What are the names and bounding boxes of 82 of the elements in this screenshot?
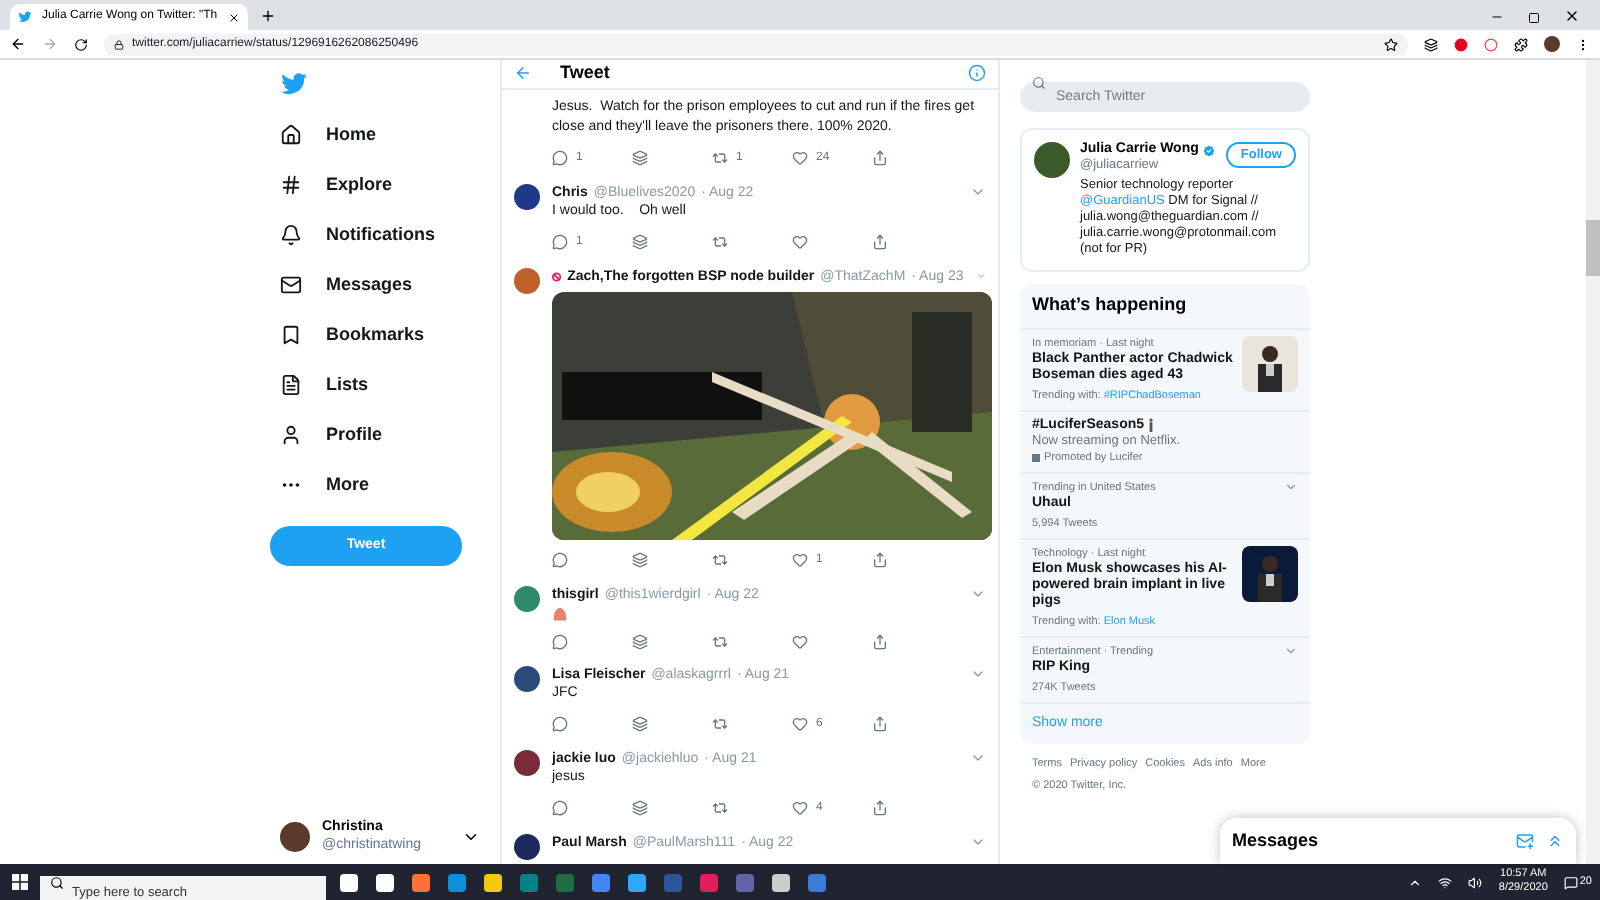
share-icon[interactable]: [872, 552, 888, 568]
bird-logo-icon: [18, 10, 32, 24]
reply-icon[interactable]: [552, 800, 568, 816]
retweet-icon[interactable]: [712, 633, 728, 649]
extensions-icon[interactable]: [1514, 37, 1528, 51]
messages-drawer[interactable]: Messages: [1220, 818, 1576, 864]
drawer-title: Messages: [1232, 827, 1321, 854]
retweet-icon[interactable]: [712, 150, 728, 166]
volume-icon[interactable]: [1468, 875, 1483, 889]
reply-icon[interactable]: [552, 716, 568, 732]
heart-icon[interactable]: [792, 800, 808, 816]
heart-icon[interactable]: [792, 552, 808, 568]
avatar[interactable]: [514, 183, 540, 209]
user-icon: [280, 424, 302, 446]
scrollbar-thumb[interactable]: [1586, 220, 1600, 276]
nav-item[interactable]: Explore: [270, 160, 500, 210]
nav-item[interactable]: Profile: [270, 410, 500, 460]
reply-icon[interactable]: [552, 150, 568, 166]
bird-logo-icon: [280, 70, 308, 98]
windows-icon[interactable]: [12, 874, 28, 890]
nav-item[interactable]: Notifications: [270, 210, 500, 260]
retweet-icon[interactable]: [712, 552, 728, 568]
document-icon: [280, 374, 302, 396]
close-tab-icon[interactable]: [227, 11, 240, 23]
page-title: Tweet: [560, 60, 612, 86]
retweet-icon[interactable]: [712, 800, 728, 816]
reply-icon[interactable]: [552, 633, 568, 649]
expand-icon[interactable]: [1546, 832, 1564, 850]
nav-item[interactable]: Lists: [270, 360, 500, 410]
lock-icon: [114, 39, 124, 49]
profile-avatar[interactable]: [1544, 36, 1560, 52]
heart-icon[interactable]: [792, 633, 808, 649]
new-tab-icon[interactable]: [259, 8, 276, 24]
reply-icon[interactable]: [552, 552, 568, 568]
avatar[interactable]: [514, 665, 540, 691]
avatar[interactable]: [1034, 142, 1070, 178]
retweet-icon[interactable]: [712, 716, 728, 732]
notification-icon: [1563, 875, 1578, 889]
search-icon: [1032, 76, 1046, 90]
bell-icon: [280, 224, 302, 246]
layers-icon[interactable]: [632, 716, 648, 732]
hash-icon: [280, 174, 302, 196]
share-icon[interactable]: [872, 150, 888, 166]
avatar[interactable]: [280, 821, 310, 851]
section-title: What’s happening: [1020, 284, 1310, 329]
search-icon: [50, 875, 64, 889]
network-icon[interactable]: [1438, 875, 1453, 889]
share-icon[interactable]: [872, 234, 888, 250]
reload-icon[interactable]: [74, 37, 88, 51]
back-icon[interactable]: [10, 36, 26, 52]
heart-icon[interactable]: [792, 234, 808, 250]
share-icon[interactable]: [872, 716, 888, 732]
layers-icon[interactable]: [632, 800, 648, 816]
menu-icon[interactable]: [1576, 37, 1590, 51]
layers-icon[interactable]: [632, 633, 648, 649]
nav-item[interactable]: Messages: [270, 260, 500, 310]
layers-icon[interactable]: [632, 552, 648, 568]
reply-icon[interactable]: [552, 234, 568, 250]
restore-icon[interactable]: [1528, 12, 1540, 24]
avatar[interactable]: [514, 833, 540, 859]
nav-item[interactable]: Home: [270, 110, 500, 160]
nav-item[interactable]: More: [270, 460, 500, 510]
layers-icon[interactable]: [632, 234, 648, 250]
minimize-icon[interactable]: [1490, 10, 1504, 24]
close-window-icon[interactable]: [1564, 8, 1580, 24]
retweet-icon[interactable]: [712, 234, 728, 250]
info-icon[interactable]: [968, 64, 986, 83]
home-icon: [280, 124, 302, 146]
heart-icon[interactable]: [792, 150, 808, 166]
promoted-icon: [1032, 453, 1040, 461]
nav-item[interactable]: Bookmarks: [270, 310, 500, 360]
share-icon[interactable]: [872, 633, 888, 649]
share-icon[interactable]: [872, 800, 888, 816]
star-icon[interactable]: [1384, 37, 1398, 51]
chevron-icon[interactable]: [1408, 875, 1423, 889]
bookmark-icon: [280, 324, 302, 346]
layers-icon[interactable]: [632, 150, 648, 166]
heart-icon[interactable]: [792, 716, 808, 732]
mail-icon: [280, 274, 302, 296]
avatar[interactable]: [514, 749, 540, 775]
extension-icon[interactable]: [1424, 37, 1438, 51]
new-message-icon[interactable]: [1516, 832, 1534, 850]
